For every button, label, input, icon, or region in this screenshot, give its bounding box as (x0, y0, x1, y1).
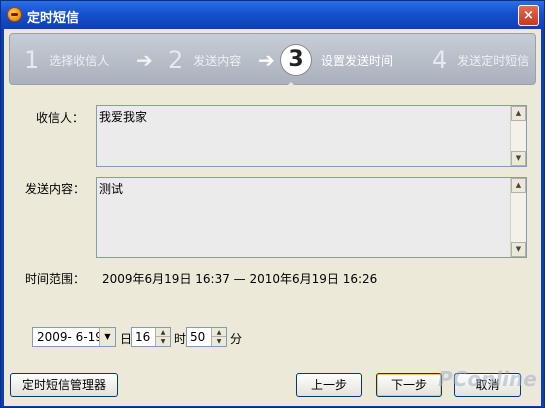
step-3-label: 设置发送时间 (321, 53, 394, 68)
scroll-down-icon[interactable]: ▼ (511, 242, 526, 257)
step-1-number: 1 (24, 46, 40, 74)
scroll-down-icon[interactable]: ▼ (511, 151, 526, 166)
next-button[interactable]: 下一步 (376, 373, 442, 397)
window-title: 定时短信 (27, 11, 80, 26)
content-label: 发送内容： (25, 182, 86, 196)
hour-spinner[interactable]: 16 ▲ ▼ (131, 327, 171, 347)
step-1-label: 选择收信人 (49, 53, 110, 68)
title-bar[interactable]: 定时短信 × (1, 1, 544, 29)
step-2-label: 发送内容 (193, 53, 242, 68)
step-4-number: 4 (432, 46, 448, 74)
spin-up-icon[interactable]: ▲ (156, 328, 170, 337)
step-arrow-icon: ➔ (136, 48, 153, 72)
hour-value: 16 (135, 330, 151, 344)
minute-spin-buttons[interactable]: ▲ ▼ (211, 328, 226, 346)
dialog-body: 1 选择收信人 ➔ 2 发送内容 ➔ 3 设置发送时间 4 发送定时短信 收信人… (4, 29, 541, 406)
minute-value: 50 (190, 330, 206, 344)
step-3-number: 3 (281, 45, 311, 75)
hour-unit-label: 时 (174, 332, 187, 346)
recipient-value: 我爱我家 (99, 110, 148, 124)
sms-manager-button[interactable]: 定时短信管理器 (10, 373, 118, 397)
step-4: 4 发送定时短信 (432, 34, 529, 86)
close-button[interactable]: × (518, 5, 539, 26)
prev-button[interactable]: 上一步 (296, 373, 362, 397)
time-range-label: 时间范围： (25, 272, 86, 286)
app-icon (7, 7, 22, 22)
step-1: 1 选择收信人 (24, 34, 109, 86)
date-value: 2009- 6-19 (37, 330, 103, 344)
time-range-value: 2009年6月19日 16:37 — 2010年6月19日 16:26 (102, 272, 378, 286)
content-scrollbar[interactable]: ▲ ▼ (510, 178, 526, 257)
step-progress-bar: 1 选择收信人 ➔ 2 发送内容 ➔ 3 设置发送时间 4 发送定时短信 (9, 33, 536, 85)
spin-down-icon[interactable]: ▼ (212, 337, 226, 346)
active-step-pointer (282, 82, 300, 91)
scroll-up-icon[interactable]: ▲ (511, 178, 526, 193)
spin-up-icon[interactable]: ▲ (212, 328, 226, 337)
date-picker[interactable]: 2009- 6-19 ▼ (32, 327, 116, 347)
dropdown-arrow-icon[interactable]: ▼ (99, 328, 115, 346)
recipient-label: 收信人： (36, 111, 85, 125)
recipient-field[interactable]: 我爱我家 ▲ ▼ (96, 105, 527, 167)
scroll-up-icon[interactable]: ▲ (511, 106, 526, 121)
step-4-label: 发送定时短信 (457, 53, 530, 68)
recipient-scrollbar[interactable]: ▲ ▼ (510, 106, 526, 166)
content-value: 测试 (99, 182, 124, 196)
timed-sms-window: 定时短信 × 1 选择收信人 ➔ 2 发送内容 ➔ 3 设置发送时间 4 发送定… (0, 0, 545, 408)
step-2-number: 2 (168, 46, 184, 74)
hour-spin-buttons[interactable]: ▲ ▼ (155, 328, 170, 346)
step-3-active: 3 设置发送时间 (281, 34, 393, 86)
minute-spinner[interactable]: 50 ▲ ▼ (186, 327, 227, 347)
watermark: PConline (438, 367, 537, 391)
minute-unit-label: 分 (230, 332, 243, 346)
spin-down-icon[interactable]: ▼ (156, 337, 170, 346)
content-field[interactable]: 测试 ▲ ▼ (96, 177, 527, 258)
step-arrow-icon: ➔ (258, 48, 275, 72)
step-2: 2 发送内容 (168, 34, 241, 86)
